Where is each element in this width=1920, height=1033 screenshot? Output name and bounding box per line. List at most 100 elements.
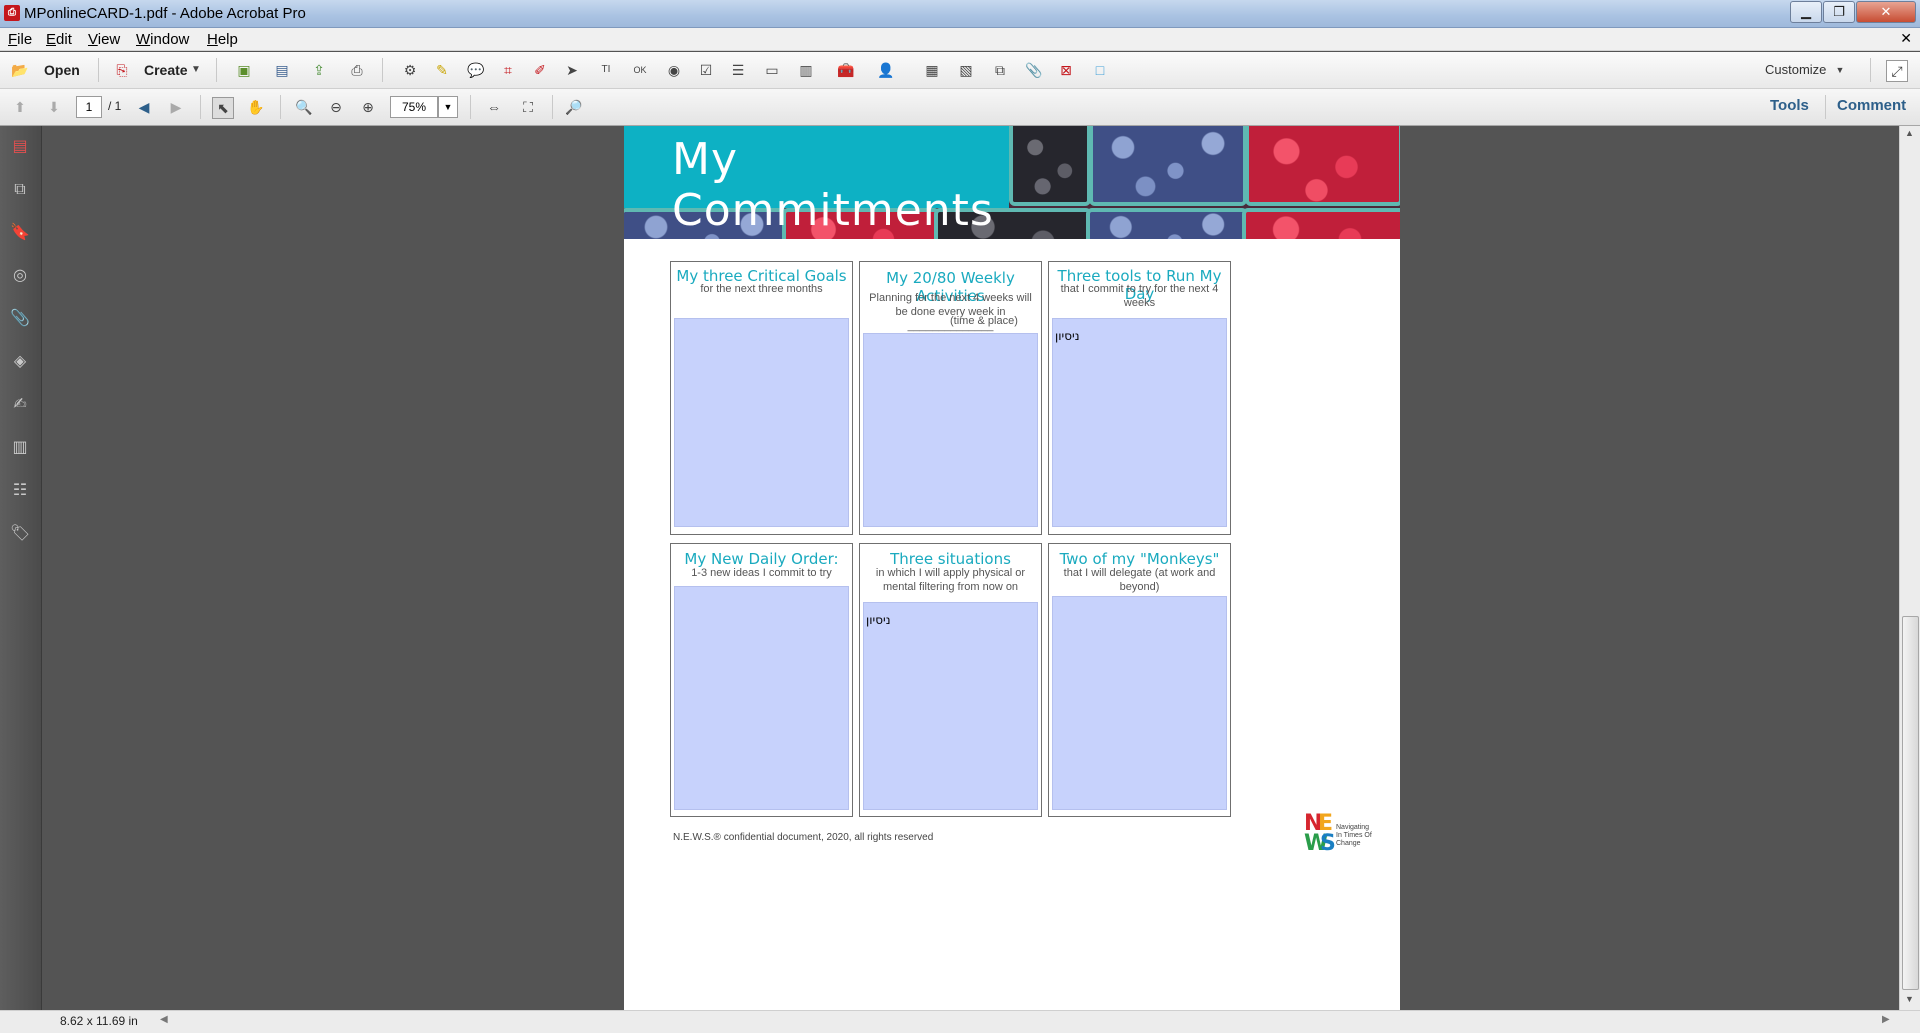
next-view-icon[interactable]: ▶ <box>166 97 186 117</box>
page-thumbnails-icon[interactable]: ⧉ <box>9 179 31 201</box>
daily-order-field[interactable] <box>674 586 849 810</box>
scroll-right-icon[interactable]: ▶ <box>1882 1014 1890 1025</box>
create-button[interactable]: Create <box>144 62 188 78</box>
customize-dropdown-icon[interactable]: ▼ <box>1830 60 1850 80</box>
critical-goals-field[interactable] <box>674 318 849 527</box>
combine-files-icon[interactable]: ⧉ <box>990 60 1010 80</box>
attach-icon[interactable]: 📎 <box>1024 60 1044 80</box>
berries-image <box>1245 126 1400 206</box>
title-panel: My Commitments <box>624 126 1009 236</box>
open-file-icon[interactable]: ▣ <box>234 60 254 80</box>
toolbox-icon[interactable]: 🧰 <box>836 60 856 80</box>
zoom-dropdown-icon[interactable]: ▼ <box>438 96 458 118</box>
scroll-left-icon[interactable]: ◀ <box>160 1014 168 1025</box>
list-box-icon[interactable]: ☰ <box>728 60 748 80</box>
card-daily-order: My New Daily Order: 1-3 new ideas I comm… <box>670 543 853 817</box>
menu-view[interactable]: View <box>88 31 120 48</box>
menu-window[interactable]: Window <box>136 31 189 48</box>
edit-document-icon[interactable]: ✐ <box>530 60 550 80</box>
settings-gear-icon[interactable]: ⚙ <box>400 60 420 80</box>
card-weekly-activities: My 20/80 Weekly Activities Planning for … <box>859 261 1042 535</box>
crop-icon[interactable]: ⌗ <box>498 60 518 80</box>
ok-button-icon[interactable]: OK <box>630 60 650 80</box>
scrollbar-thumb[interactable] <box>1902 616 1919 990</box>
minimize-button[interactable]: ▁ <box>1790 1 1822 23</box>
weekly-activities-field[interactable] <box>863 333 1038 527</box>
barcode-icon[interactable]: ▥ <box>796 60 816 80</box>
tools-pane-button[interactable]: Tools <box>1770 97 1809 114</box>
berries-image <box>1089 126 1247 206</box>
zoom-out-icon[interactable]: ⊖ <box>326 97 346 117</box>
text-field-icon[interactable]: TI <box>596 60 616 80</box>
card-monkeys: Two of my "Monkeys" that I will delegate… <box>1048 543 1231 817</box>
signatures-icon[interactable]: ✍ <box>9 394 31 416</box>
card-critical-goals: My three Critical Goals for the next thr… <box>670 261 853 535</box>
destinations-icon[interactable]: ◎ <box>9 265 31 287</box>
fit-width-icon[interactable]: ⇔ <box>484 97 504 117</box>
zoom-level-input[interactable]: 75% <box>390 96 438 118</box>
customize-button[interactable]: Customize <box>1765 62 1826 77</box>
monkeys-field[interactable] <box>1052 596 1227 810</box>
previous-page-icon[interactable]: ⬆ <box>10 97 30 117</box>
layers-icon[interactable]: ◈ <box>9 351 31 373</box>
sticky-note-icon[interactable]: 💬 <box>466 60 486 80</box>
hand-tool-icon[interactable]: ✋ <box>246 97 266 117</box>
highlight-text-icon[interactable]: ✎ <box>432 60 452 80</box>
user-sign-icon[interactable]: 👤 <box>876 60 896 80</box>
content-icon[interactable]: ▥ <box>9 437 31 459</box>
previous-view-icon[interactable]: ◀ <box>134 97 154 117</box>
select-tool-icon[interactable]: ⬉ <box>212 97 234 119</box>
rectangle-shape-icon[interactable]: □ <box>1090 60 1110 80</box>
open-button[interactable]: Open <box>44 62 80 78</box>
menu-edit[interactable]: Edit <box>46 31 72 48</box>
create-pdf-icon[interactable]: ⎘ <box>112 60 132 80</box>
delete-pages-icon[interactable]: ⊠ <box>1056 60 1076 80</box>
bookmarks-icon[interactable]: 🔖 <box>9 222 31 244</box>
form-icon[interactable]: ▦ <box>922 60 942 80</box>
close-window-button[interactable]: ✕ <box>1856 1 1916 23</box>
card-subtitle: for the next three months <box>700 283 823 295</box>
menu-file[interactable]: File <box>8 31 32 48</box>
dropdown-field-icon[interactable]: ▭ <box>762 60 782 80</box>
berries-image <box>1242 208 1400 239</box>
checkbox-icon[interactable]: ☑ <box>696 60 716 80</box>
find-icon[interactable]: 🔎 <box>564 97 584 117</box>
toolbar-divider <box>98 58 99 82</box>
pdf-document-icon[interactable]: ▤ <box>9 136 31 158</box>
restore-button[interactable]: ❐ <box>1823 1 1855 23</box>
confidential-note: N.E.W.S.® confidential document, 2020, a… <box>673 832 934 843</box>
open-folder-icon[interactable]: 📂 <box>10 60 30 80</box>
page-number-input[interactable]: 1 <box>76 96 102 118</box>
page-total: / 1 <box>108 99 122 113</box>
print-icon[interactable]: ⎙ <box>347 60 367 80</box>
radio-button-icon[interactable]: ◉ <box>664 60 684 80</box>
toolbar-divider <box>552 95 553 119</box>
tools-run-day-field[interactable]: ניסיון <box>1052 318 1227 527</box>
field-value: ניסיון <box>866 613 891 627</box>
berries-image <box>1086 208 1248 239</box>
scroll-down-icon[interactable]: ▼ <box>1905 994 1914 1004</box>
status-bar: 8.62 x 11.69 in ◀ ▶ <box>0 1010 1920 1033</box>
attachments-icon[interactable]: 📎 <box>9 308 31 330</box>
document-settings-icon[interactable]: ▧ <box>956 60 976 80</box>
expand-icon[interactable]: ⤢ <box>1886 60 1908 82</box>
model-tree-icon[interactable]: ☷ <box>9 480 31 502</box>
menu-help[interactable]: Help <box>207 31 238 48</box>
next-page-icon[interactable]: ⬇ <box>44 97 64 117</box>
card-three-situations: Three situations in which I will apply p… <box>859 543 1042 817</box>
document-viewer[interactable]: My Commitments My three Critical Goals f… <box>42 126 1898 1010</box>
marquee-zoom-icon[interactable]: 🔍 <box>294 97 314 117</box>
upload-icon[interactable]: ⇪ <box>309 60 329 80</box>
zoom-in-icon[interactable]: ⊕ <box>358 97 378 117</box>
scroll-up-icon[interactable]: ▲ <box>1905 128 1914 138</box>
create-dropdown-icon[interactable]: ▼ <box>186 60 206 80</box>
tags-icon[interactable]: 🏷 <box>9 523 31 545</box>
select-arrow-icon[interactable]: ➤ <box>562 60 582 80</box>
vertical-scrollbar[interactable]: ▲ ▼ <box>1899 126 1920 1010</box>
close-document-icon[interactable]: ✕ <box>1900 30 1912 47</box>
fit-page-icon[interactable]: ⛶ <box>518 97 538 117</box>
comment-pane-button[interactable]: Comment <box>1837 97 1906 114</box>
logo-tagline: Navigating In Times Of Change <box>1336 824 1372 847</box>
three-situations-field[interactable]: ניסיון <box>863 602 1038 810</box>
save-icon[interactable]: ▤ <box>272 60 292 80</box>
